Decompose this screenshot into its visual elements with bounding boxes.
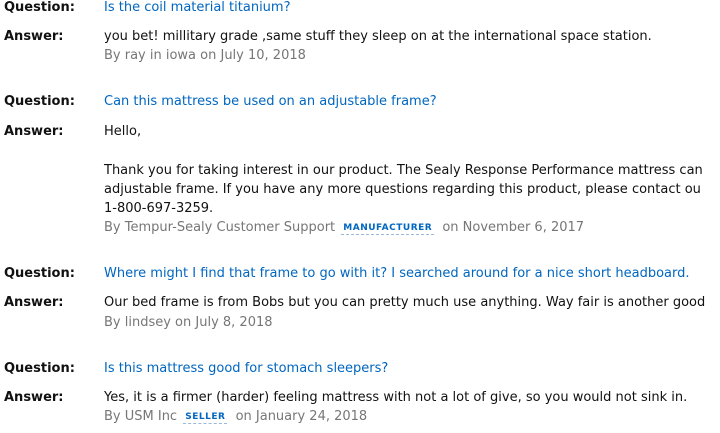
answer-label: Answer:	[4, 295, 64, 310]
question-link[interactable]: Is the coil material titanium?	[104, 0, 290, 15]
question-label: Question:	[4, 266, 75, 281]
question-label: Question:	[4, 361, 75, 376]
answer-text: you bet! millitary grade ,same stuff the…	[104, 29, 652, 44]
answer-text-line: 1-800-697-3259.	[104, 201, 214, 216]
byline: By Tempur-Sealy Customer Support MANUFAC…	[104, 220, 584, 235]
byline-author: By Tempur-Sealy Customer Support	[104, 220, 336, 235]
answer-text-line: Thank you for taking interest in our pro…	[104, 163, 703, 178]
manufacturer-badge[interactable]: MANUFACTURER	[341, 223, 435, 235]
answer-label: Answer:	[4, 124, 64, 139]
answer-text-line: adjustable frame. If you have any more q…	[104, 182, 701, 197]
answer-text: Our bed frame is from Bobs but you can p…	[104, 295, 706, 310]
answer-text: Yes, it is a firmer (harder) feeling mat…	[104, 390, 688, 405]
byline-date: on January 24, 2018	[235, 409, 368, 424]
question-link[interactable]: Is this mattress good for stomach sleepe…	[104, 361, 388, 376]
question-label: Question:	[4, 0, 75, 15]
question-link[interactable]: Can this mattress be used on an adjustab…	[104, 94, 437, 109]
answer-label: Answer:	[4, 29, 64, 44]
byline-text: By ray in iowa on July 10, 2018	[104, 48, 306, 63]
byline: By USM Inc SELLER on January 24, 2018	[104, 409, 367, 424]
question-label: Question:	[4, 94, 75, 109]
byline-author: By USM Inc	[104, 409, 178, 424]
byline-text: By lindsey on July 8, 2018	[104, 315, 273, 330]
answer-label: Answer:	[4, 390, 64, 405]
seller-badge[interactable]: SELLER	[183, 412, 228, 424]
question-link[interactable]: Where might I find that frame to go with…	[104, 266, 690, 281]
answer-text-line: Hello,	[104, 124, 142, 139]
byline-date: on November 6, 2017	[442, 220, 585, 235]
